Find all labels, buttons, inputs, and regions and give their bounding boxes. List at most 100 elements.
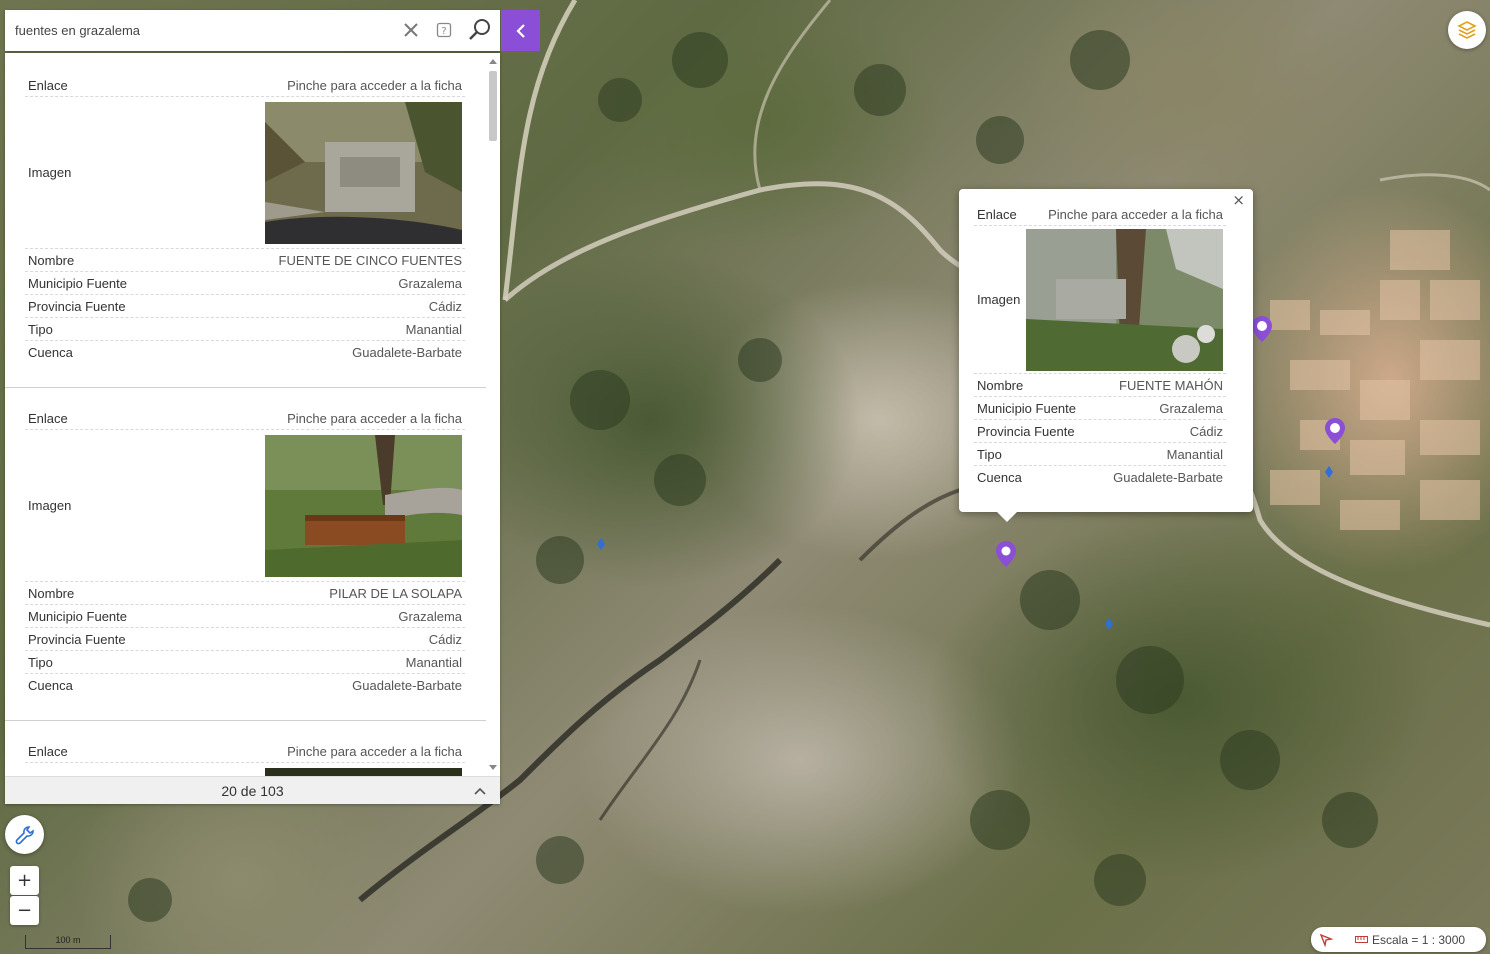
field-value: FUENTE MAHÓN: [1119, 377, 1223, 393]
field-row: Cuenca Guadalete-Barbate: [974, 466, 1226, 489]
field-row: Imagen: [25, 430, 465, 582]
field-value: Grazalema: [398, 275, 462, 291]
layers-icon: [1457, 21, 1477, 39]
field-value: Cádiz: [1189, 423, 1223, 439]
field-row: Imagen: [25, 97, 465, 249]
chevron-left-icon: [515, 23, 525, 38]
scroll-thumb[interactable]: [489, 71, 497, 141]
record-link[interactable]: Pinche para acceder a la ficha: [287, 411, 465, 426]
record-link[interactable]: Pinche para acceder a la ficha: [287, 78, 465, 93]
field-value: Cádiz: [428, 631, 462, 647]
zoom-in-button[interactable]: +: [10, 866, 39, 895]
close-icon[interactable]: ×: [1232, 191, 1245, 209]
field-label: Tipo: [977, 446, 1002, 462]
record-link[interactable]: Pinche para acceder a la ficha: [287, 744, 465, 759]
close-icon[interactable]: [399, 18, 423, 42]
field-row: Municipio Fuente Grazalema: [25, 272, 465, 295]
field-label: Enlace: [28, 77, 68, 93]
field-row: Nombre FUENTE DE CINCO FUENTES: [25, 249, 465, 272]
ruler-icon: [1355, 936, 1368, 943]
fountain-photo[interactable]: [265, 101, 462, 244]
field-row: Provincia Fuente Cádiz: [25, 295, 465, 318]
scale-display: Escala = 1 : 3000: [1341, 933, 1465, 947]
field-row: Enlace Pinche para acceder a la ficha: [25, 740, 465, 763]
tools-button[interactable]: [5, 815, 44, 854]
record-link[interactable]: Pinche para acceder a la ficha: [1048, 207, 1226, 222]
field-row: Enlace Pinche para acceder a la ficha: [25, 74, 465, 97]
results-footer: 20 de 103: [5, 776, 500, 804]
field-label: Tipo: [28, 654, 53, 670]
fountain-photo[interactable]: [265, 767, 462, 777]
field-label: Cuenca: [28, 678, 73, 693]
field-label: Tipo: [28, 321, 53, 337]
scroll-down-icon[interactable]: [489, 765, 497, 770]
results-list[interactable]: Enlace Pinche para acceder a la ficha Im…: [5, 53, 486, 776]
select-cursor-icon[interactable]: [1311, 927, 1341, 952]
feature-popup: × Enlace Pinche para acceder a la ficha …: [959, 189, 1253, 522]
field-value: Guadalete-Barbate: [1113, 470, 1223, 485]
field-row: Tipo Manantial: [25, 651, 465, 674]
field-label: Imagen: [28, 498, 72, 513]
chevron-up-icon[interactable]: [472, 783, 488, 799]
result-card: Enlace Pinche para acceder a la ficha: [25, 740, 465, 776]
field-label: Nombre: [977, 377, 1024, 393]
results-panel: Enlace Pinche para acceder a la ficha Im…: [5, 53, 500, 804]
field-row: Enlace Pinche para acceder a la ficha: [25, 407, 465, 430]
field-row: Imagen: [974, 226, 1226, 374]
field-row: Nombre PILAR DE LA SOLAPA: [25, 582, 465, 605]
search-input[interactable]: [5, 10, 390, 51]
field-row: Enlace Pinche para acceder a la ficha: [974, 203, 1226, 226]
pagination-label: 20 de 103: [221, 782, 284, 799]
field-row: Tipo Manantial: [974, 443, 1226, 466]
field-row: Tipo Manantial: [25, 318, 465, 341]
result-card: Enlace Pinche para acceder a la ficha Im…: [25, 74, 465, 364]
zoom-out-button[interactable]: −: [10, 896, 39, 925]
field-row: Cuenca Guadalete-Barbate: [25, 341, 465, 364]
field-row: Municipio Fuente Grazalema: [25, 605, 465, 628]
status-bar: Escala = 1 : 3000: [1311, 927, 1486, 952]
scale-text: Escala = 1 : 3000: [1372, 932, 1466, 947]
help-icon[interactable]: ?: [432, 18, 456, 42]
field-label: Provincia Fuente: [977, 423, 1075, 439]
field-label: Provincia Fuente: [28, 631, 126, 647]
search-bar: ?: [5, 10, 500, 51]
field-row: Provincia Fuente Cádiz: [25, 628, 465, 651]
field-value: Manantial: [1166, 446, 1223, 462]
svg-text:?: ?: [441, 26, 446, 37]
wrench-icon: [15, 825, 34, 844]
field-row: Provincia Fuente Cádiz: [974, 420, 1226, 443]
field-row: Nombre FUENTE MAHÓN: [974, 374, 1226, 397]
divider: [5, 387, 486, 388]
field-value: Cádiz: [428, 298, 462, 314]
field-label: Enlace: [28, 743, 68, 759]
field-value: Manantial: [405, 321, 462, 337]
field-value: PILAR DE LA SOLAPA: [329, 585, 462, 601]
field-label: Cuenca: [28, 345, 73, 360]
field-label: Imagen: [28, 165, 72, 180]
results-scrollbar[interactable]: [486, 53, 500, 776]
field-label: Enlace: [977, 206, 1017, 222]
fountain-photo[interactable]: [1026, 228, 1223, 371]
field-label: Imagen: [977, 292, 1021, 307]
field-label: Municipio Fuente: [28, 275, 127, 291]
field-value: Grazalema: [1159, 400, 1223, 416]
scroll-up-icon[interactable]: [489, 59, 497, 64]
field-label: Municipio Fuente: [28, 608, 127, 624]
field-value: Grazalema: [398, 608, 462, 624]
search-icon[interactable]: [468, 18, 492, 42]
field-label: Cuenca: [977, 470, 1022, 485]
divider: [5, 720, 486, 721]
collapse-panel-button[interactable]: [501, 10, 540, 51]
field-row: Cuenca Guadalete-Barbate: [25, 674, 465, 697]
popup-card: Enlace Pinche para acceder a la ficha Im…: [974, 203, 1226, 489]
field-label: Municipio Fuente: [977, 400, 1076, 416]
field-label: Provincia Fuente: [28, 298, 126, 314]
scale-bar: 100 m: [25, 935, 111, 949]
field-row: Municipio Fuente Grazalema: [974, 397, 1226, 420]
field-label: Nombre: [28, 252, 75, 268]
layers-button[interactable]: [1448, 11, 1486, 49]
scale-bar-label: 100 m: [55, 935, 81, 945]
field-value: Guadalete-Barbate: [352, 678, 462, 693]
fountain-photo[interactable]: [265, 434, 462, 577]
field-row: [25, 763, 465, 776]
